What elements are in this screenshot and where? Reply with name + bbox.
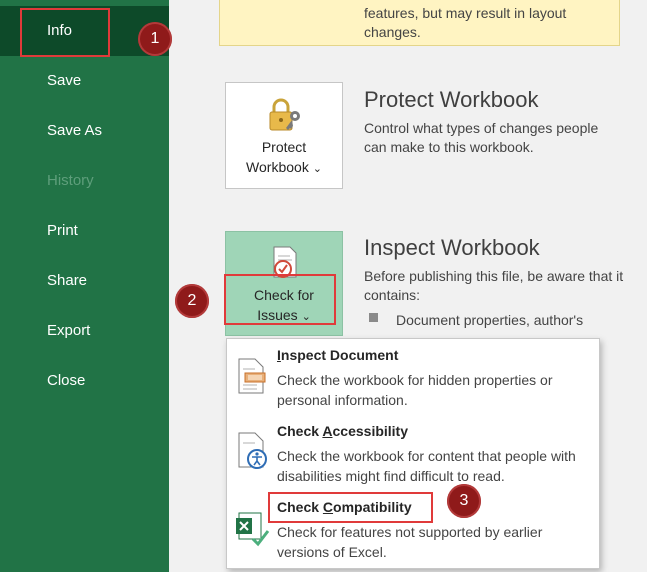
bullet-marker: [369, 313, 378, 322]
inspect-bullet-text: Document properties, author's: [396, 312, 584, 328]
sidebar-item-export[interactable]: Export: [0, 306, 169, 356]
sidebar-item-save[interactable]: Save: [0, 56, 169, 106]
menu-item-title: Check Compatibility: [277, 499, 412, 515]
check-for-issues-label: Check for Issues ⌄: [254, 287, 314, 323]
sidebar-item-save-as[interactable]: Save As: [0, 106, 169, 156]
sidebar-item-close[interactable]: Close: [0, 356, 169, 406]
compatibility-note-line1: features, but may result in layout: [364, 5, 567, 21]
sidebar-item-print[interactable]: Print: [0, 206, 169, 256]
accessibility-icon: [238, 432, 267, 469]
lock-key-icon: [269, 98, 300, 131]
menu-item-description: Check for features not supported by earl…: [277, 524, 543, 560]
protect-workbook-label: Protect Workbook ⌄: [246, 139, 322, 175]
menu-item-inspect-document[interactable]: Inspect Document Check the workbook for …: [227, 339, 599, 413]
menu-item-title: Inspect Document: [277, 347, 399, 363]
protect-workbook-title: Protect Workbook: [364, 87, 539, 112]
check-document-icon: [273, 246, 297, 278]
inspect-workbook-title: Inspect Workbook: [364, 235, 540, 260]
chevron-down-icon: ⌄: [312, 163, 322, 175]
protect-workbook-description: Control what types of changes people can…: [364, 120, 599, 155]
sidebar-item-share[interactable]: Share: [0, 256, 169, 306]
inspect-document-icon: [238, 358, 266, 394]
menu-item-check-compatibility[interactable]: Check Compatibility Check for features n…: [227, 491, 599, 565]
backstage-sidebar: Info Save Save As History Print Share Ex…: [0, 0, 169, 572]
step-badge-2: 2: [175, 284, 209, 318]
step-badge-3: 3: [447, 484, 481, 518]
chevron-down-icon: ⌄: [301, 311, 311, 323]
sidebar-item-history: History: [47, 172, 94, 189]
inspect-workbook-description: Before publishing this file, be aware th…: [364, 268, 624, 303]
check-for-issues-button[interactable]: Check for Issues ⌄: [225, 231, 343, 336]
compatibility-note-line2: changes.: [364, 24, 421, 40]
check-for-issues-menu: Inspect Document Check the workbook for …: [226, 338, 600, 569]
excel-compatibility-icon: [236, 512, 270, 547]
menu-item-title: Check Accessibility: [277, 423, 409, 439]
protect-workbook-button[interactable]: Protect Workbook ⌄: [225, 82, 343, 189]
step-badge-1: 1: [138, 22, 172, 56]
menu-item-check-accessibility[interactable]: Check Accessibility Check the workbook f…: [227, 415, 599, 489]
menu-item-description: Check the workbook for hidden properties…: [277, 372, 553, 408]
menu-item-description: Check the workbook for content that peop…: [277, 448, 576, 484]
